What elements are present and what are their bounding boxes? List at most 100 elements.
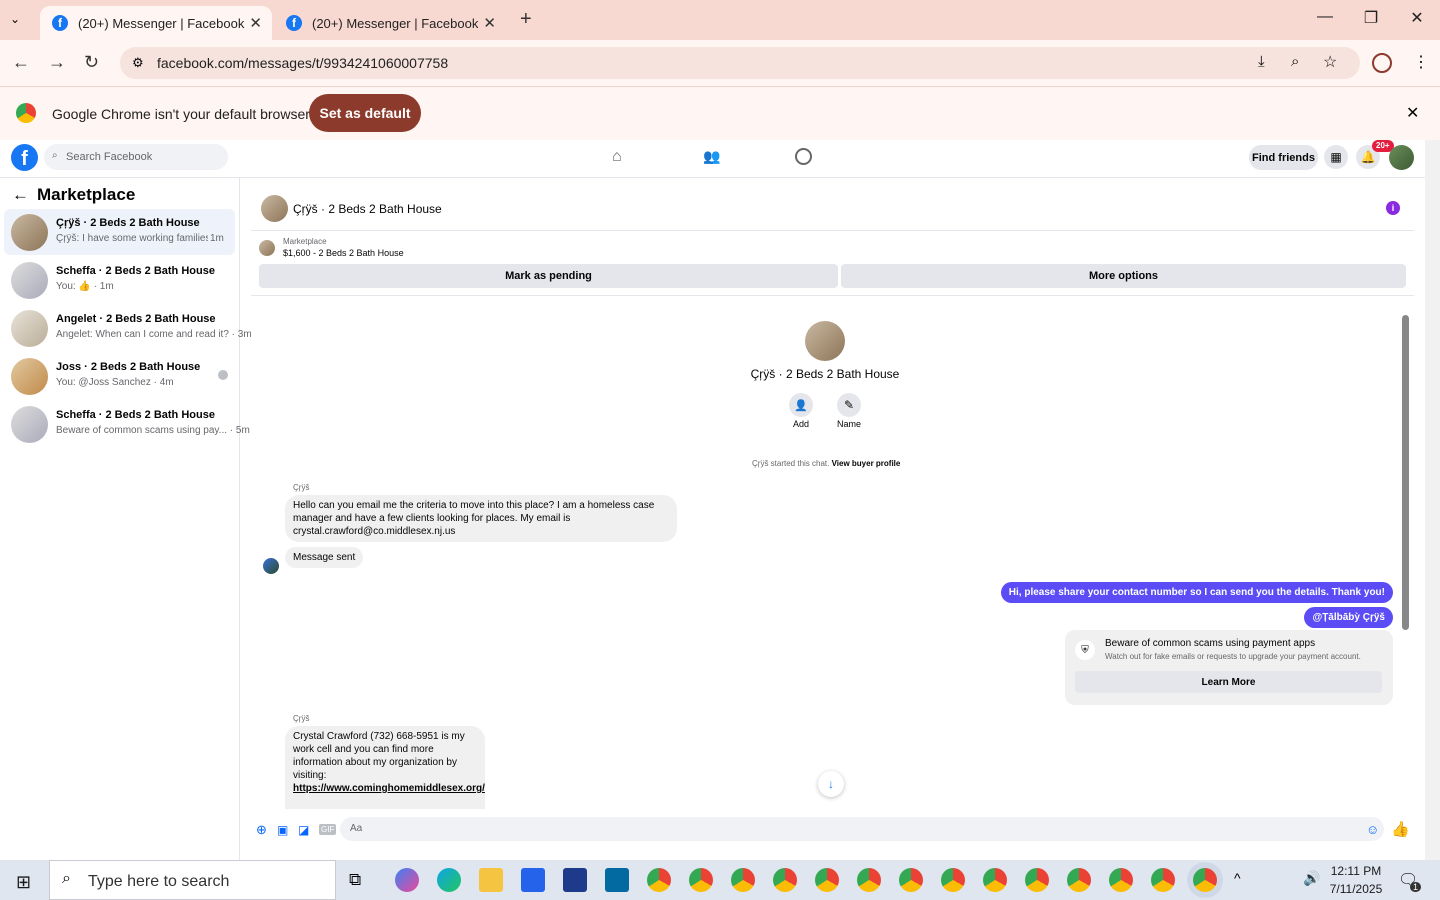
scroll-down-icon[interactable]: ↓ [818,771,844,797]
outgoing-message[interactable]: Hi, please share your contact number so … [1000,582,1393,603]
windows-taskbar: ⊞ ⌕ Type here to search ⧉ ^ 🔊 12:11 PM 7… [0,860,1440,900]
chrome-icon[interactable] [1025,868,1049,892]
listing-price[interactable]: $1,600 - 2 Beds 2 Bath House [283,248,404,258]
profile-icon[interactable] [1372,53,1392,73]
groups-icon[interactable] [795,148,812,165]
incoming-message[interactable]: Message sent [285,547,364,568]
chrome-icon[interactable] [689,868,713,892]
start-icon[interactable]: ⊞ [16,872,31,893]
site-info-icon[interactable]: ⚙ [132,55,144,71]
conversation-item[interactable]: Joss · 2 Beds 2 Bath House You: @Joss Sa… [4,353,235,399]
find-friends-button[interactable]: Find friends [1249,145,1318,170]
search-icon: ⌕ [52,150,58,161]
menu-icon[interactable]: ⋮ [1413,52,1429,72]
clock[interactable]: 12:11 PM 7/11/2025 [1324,864,1388,896]
read-receipt-icon [218,370,228,380]
listing-thumbnail [11,358,48,395]
conversation-item[interactable]: Angelet · 2 Beds 2 Bath House Angelet: W… [4,305,252,351]
home-icon[interactable]: ⌂ [612,148,622,166]
page-scrollbar[interactable] [1425,140,1440,860]
browser-tabstrip: ⌄ f (20+) Messenger | Facebook ✕ f (20+)… [0,0,1440,40]
search-input[interactable]: Search Facebook [44,144,228,170]
chrome-icon[interactable] [1109,868,1133,892]
address-bar[interactable]: ⚙ facebook.com/messages/t/99342410600077… [120,47,1360,79]
chrome-icon[interactable] [1067,868,1091,892]
scam-warning-card: ⛨ Beware of common scams using payment a… [1065,630,1393,705]
forward-icon[interactable]: → [48,52,66,73]
app-icon[interactable] [563,868,587,892]
tab-messenger-2[interactable]: f (20+) Messenger | Facebook ✕ [274,6,506,40]
photo-icon[interactable]: ▣ [277,823,288,837]
learn-more-button[interactable]: Learn More [1075,671,1382,693]
chrome-icon-active[interactable] [1193,868,1217,892]
new-tab-icon[interactable]: + [520,8,532,31]
tab-search-icon[interactable]: ⌄ [10,12,20,26]
back-icon[interactable]: ← [12,52,30,73]
listing-thumbnail [11,262,48,299]
conversation-item[interactable]: Scheffa · 2 Beds 2 Bath House Beware of … [4,401,250,447]
info-icon[interactable]: i [1386,201,1400,215]
bookmark-star-icon[interactable]: ☆ [1323,52,1337,72]
outgoing-message[interactable]: @Țālbābỳ Çŗÿš [1304,607,1393,628]
minimize-icon[interactable]: — [1310,8,1340,26]
chrome-icon[interactable] [857,868,881,892]
facebook-icon: f [286,15,302,31]
set-default-button[interactable]: Set as default [309,94,421,132]
outlook-icon[interactable] [605,868,629,892]
chrome-icon[interactable] [1151,868,1175,892]
add-label: Add [792,419,809,429]
view-buyer-link[interactable]: View buyer profile [832,459,901,468]
close-icon[interactable]: ✕ [249,14,262,32]
chat-scrollbar[interactable] [1402,315,1409,630]
install-icon[interactable]: ⤓ [1258,53,1265,70]
conversation-item[interactable]: Scheffa · 2 Beds 2 Bath House You: 👍 · 1… [4,257,235,303]
message-input[interactable]: Aa [340,817,1384,841]
emoji-icon[interactable]: ☺ [1366,822,1379,837]
file-explorer-icon[interactable] [479,868,503,892]
edge-icon[interactable] [437,868,461,892]
infobar-close-icon[interactable]: ✕ [1406,103,1419,123]
listing-icon [259,240,275,256]
organization-link[interactable]: https://www.cominghomemiddlesex.org/ [293,783,485,794]
chrome-icon[interactable] [899,868,923,892]
chrome-icon[interactable] [647,868,671,892]
edit-name-icon[interactable]: ✎ [837,393,861,417]
chrome-icon[interactable] [983,868,1007,892]
restore-icon[interactable]: ❐ [1356,8,1386,28]
chat-title[interactable]: Çŗÿš · 2 Beds 2 Bath House [293,202,442,216]
volume-icon[interactable]: 🔊 [1303,870,1320,887]
avatar[interactable] [1389,145,1414,170]
chrome-icon[interactable] [773,868,797,892]
store-icon[interactable] [521,868,545,892]
add-person-icon[interactable]: 👤 [789,393,813,417]
sticker-icon[interactable]: ◪ [298,823,309,837]
tab-messenger-1[interactable]: f (20+) Messenger | Facebook ✕ [40,6,272,40]
sender-avatar [263,558,279,574]
profile-avatar [805,321,845,361]
chrome-icon[interactable] [731,868,755,892]
tray-expand-icon[interactable]: ^ [1234,870,1241,886]
reload-icon[interactable]: ↻ [84,52,99,73]
task-view-icon[interactable]: ⧉ [349,870,361,890]
conversation-item[interactable]: Çŗÿš · 2 Beds 2 Bath House Çŗÿš: I have … [4,209,235,255]
more-options-button[interactable]: More options [841,264,1406,288]
friends-icon[interactable]: 👥 [703,148,720,165]
chrome-icon[interactable] [815,868,839,892]
close-icon[interactable]: ✕ [483,14,496,32]
incoming-message[interactable]: Crystal Crawford (732) 668-5951 is my wo… [285,726,485,809]
copilot-icon[interactable] [395,868,419,892]
zoom-icon[interactable]: ⌕ [1291,53,1299,70]
chat-avatar[interactable] [261,195,288,222]
facebook-icon: f [52,15,68,31]
incoming-message[interactable]: Hello can you email me the criteria to m… [285,495,677,542]
chrome-icon[interactable] [941,868,965,892]
gif-icon[interactable]: GIF [319,824,337,835]
taskbar-search-input[interactable]: ⌕ Type here to search [49,860,336,900]
window-close-icon[interactable]: ✕ [1402,8,1432,28]
plus-icon[interactable]: ⊕ [256,822,267,838]
facebook-logo[interactable]: f [11,144,38,171]
like-icon[interactable]: 👍 [1391,820,1410,838]
back-arrow-icon[interactable]: ← [12,185,29,205]
mark-pending-button[interactable]: Mark as pending [259,264,838,288]
menu-grid-icon[interactable]: ▦ [1324,145,1348,169]
